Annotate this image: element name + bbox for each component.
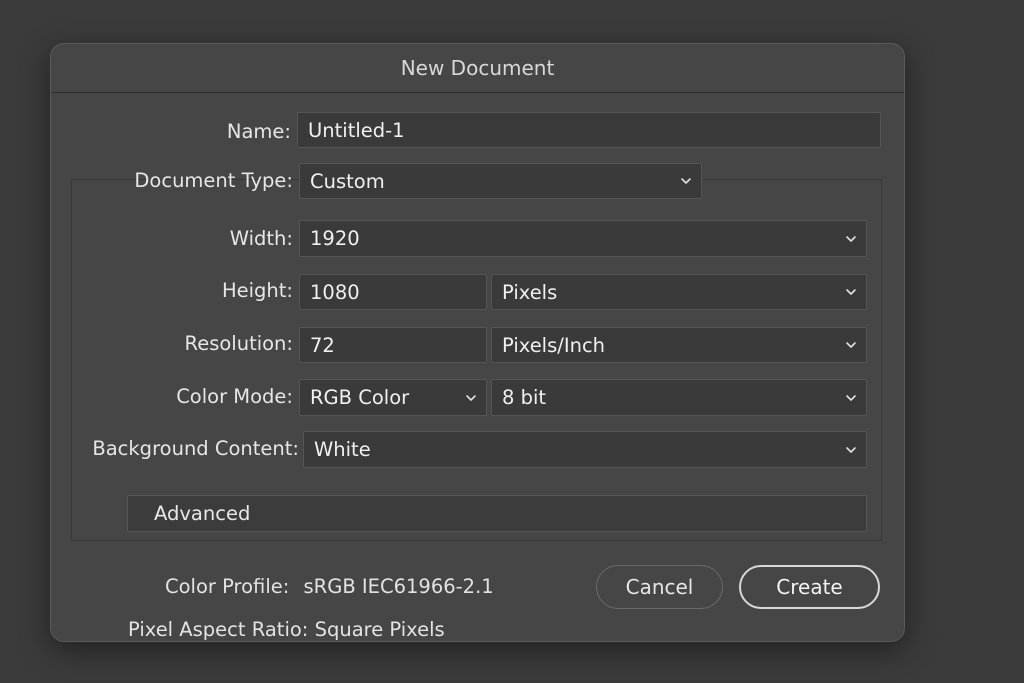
height-field[interactable]: 1080 (299, 274, 487, 310)
background-content-label: Background Content: (92, 437, 299, 460)
color-profile-value: sRGB IEC61966-2.1 (303, 575, 494, 598)
bit-depth-select[interactable]: 8 bit (491, 379, 867, 416)
new-document-dialog: New Document Name: Untitled-1 Document T… (50, 43, 905, 642)
height-label: Height: (221, 279, 293, 302)
width-value: 1920 (310, 227, 360, 250)
pixel-aspect-ratio-value: Square Pixels (314, 618, 445, 641)
advanced-label: Advanced (154, 502, 251, 525)
resolution-value: 72 (310, 333, 335, 357)
color-mode-label: Color Mode: (176, 385, 293, 408)
name-label: Name: (226, 120, 291, 143)
resolution-unit-select[interactable]: Pixels/Inch (491, 327, 867, 363)
chevron-down-icon (844, 391, 858, 405)
pixel-aspect-ratio-label: Pixel Aspect Ratio: (128, 618, 309, 641)
background-content-value: White (314, 438, 371, 461)
color-mode-value: RGB Color (310, 386, 410, 409)
bit-depth-value: 8 bit (502, 386, 547, 409)
chevron-down-icon (844, 338, 858, 352)
height-unit-value: Pixels (502, 280, 558, 304)
cancel-button[interactable]: Cancel (596, 565, 723, 609)
width-select[interactable]: 1920 (299, 220, 867, 257)
height-unit-select[interactable]: Pixels (491, 274, 867, 310)
width-label: Width: (229, 227, 293, 250)
resolution-unit-value: Pixels/Inch (502, 333, 606, 357)
color-mode-select[interactable]: RGB Color (299, 379, 487, 416)
background-content-select[interactable]: White (303, 431, 867, 468)
name-value: Untitled-1 (308, 118, 405, 142)
document-type-label: Document Type: (134, 169, 293, 192)
chevron-down-icon (844, 285, 858, 299)
document-type-select[interactable]: Custom (299, 163, 702, 199)
height-value: 1080 (310, 280, 360, 304)
create-button[interactable]: Create (739, 565, 880, 609)
pixel-aspect-ratio-info: Pixel Aspect Ratio: Square Pixels (128, 618, 445, 641)
chevron-down-icon (844, 232, 858, 246)
chevron-down-icon (464, 391, 478, 405)
chevron-down-icon (679, 174, 693, 188)
chevron-down-icon (844, 443, 858, 457)
resolution-label: Resolution: (184, 332, 293, 355)
dialog-title: New Document (51, 44, 904, 93)
workspace-background: New Document Name: Untitled-1 Document T… (0, 0, 1024, 683)
color-profile-label: Color Profile: (165, 575, 290, 598)
resolution-field[interactable]: 72 (299, 327, 487, 363)
name-field[interactable]: Untitled-1 (297, 112, 881, 148)
color-profile-info: Color Profile: sRGB IEC61966-2.1 (165, 575, 494, 598)
document-type-value: Custom (310, 169, 385, 193)
advanced-section-toggle[interactable]: Advanced (127, 495, 867, 532)
